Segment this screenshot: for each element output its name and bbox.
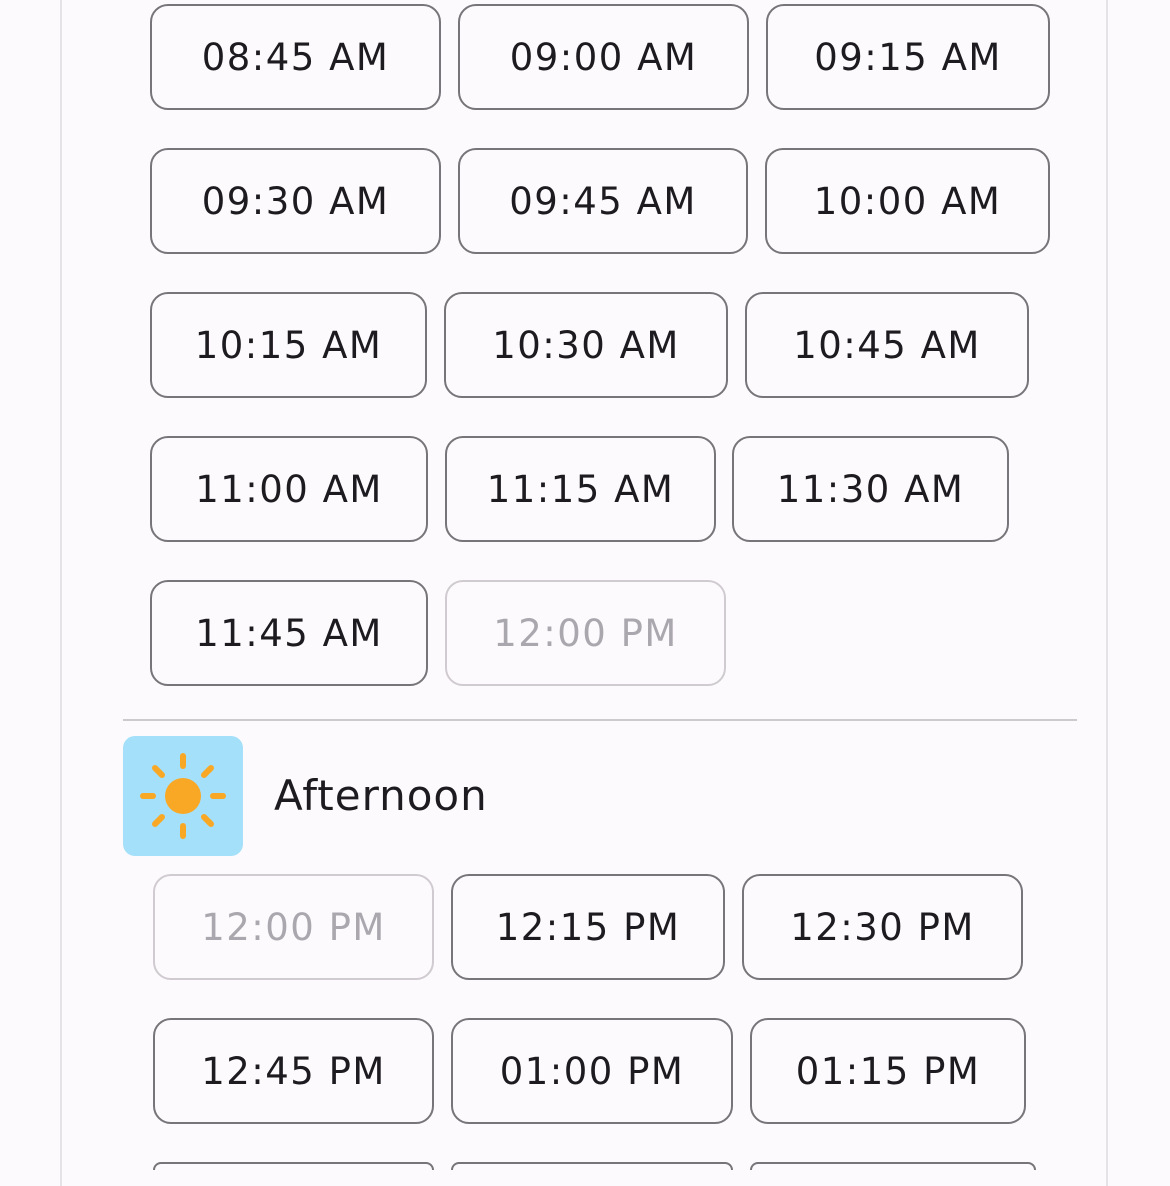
time-slot[interactable]: 10:30 AM bbox=[444, 292, 728, 398]
time-slot-partial[interactable] bbox=[153, 1162, 434, 1170]
time-slot[interactable]: 01:15 PM bbox=[750, 1018, 1026, 1124]
time-slot[interactable]: 01:00 PM bbox=[451, 1018, 733, 1124]
time-slot[interactable]: 11:00 AM bbox=[150, 436, 428, 542]
time-slot[interactable]: 12:15 PM bbox=[451, 874, 725, 980]
time-slot[interactable]: 11:45 AM bbox=[150, 580, 428, 686]
time-slot[interactable]: 10:00 AM bbox=[765, 148, 1050, 254]
time-slot[interactable]: 10:15 AM bbox=[150, 292, 427, 398]
time-slot[interactable]: 09:00 AM bbox=[458, 4, 749, 110]
time-slot[interactable]: 09:45 AM bbox=[458, 148, 748, 254]
time-slot-disabled: 12:00 PM bbox=[153, 874, 434, 980]
time-slot[interactable]: 09:15 AM bbox=[766, 4, 1050, 110]
section-divider bbox=[123, 719, 1077, 721]
time-slot[interactable]: 09:30 AM bbox=[150, 148, 441, 254]
time-slot[interactable]: 11:15 AM bbox=[445, 436, 716, 542]
time-slot[interactable]: 08:45 AM bbox=[150, 4, 441, 110]
time-slot-partial[interactable] bbox=[750, 1162, 1036, 1170]
section-title-afternoon: Afternoon bbox=[274, 771, 488, 820]
time-slot-disabled: 12:00 PM bbox=[445, 580, 726, 686]
time-slot[interactable]: 12:30 PM bbox=[742, 874, 1023, 980]
time-slot[interactable]: 10:45 AM bbox=[745, 292, 1029, 398]
time-slot[interactable]: 12:45 PM bbox=[153, 1018, 434, 1124]
sun-icon bbox=[123, 736, 243, 856]
time-slot-partial[interactable] bbox=[451, 1162, 733, 1170]
time-slot[interactable]: 11:30 AM bbox=[732, 436, 1009, 542]
